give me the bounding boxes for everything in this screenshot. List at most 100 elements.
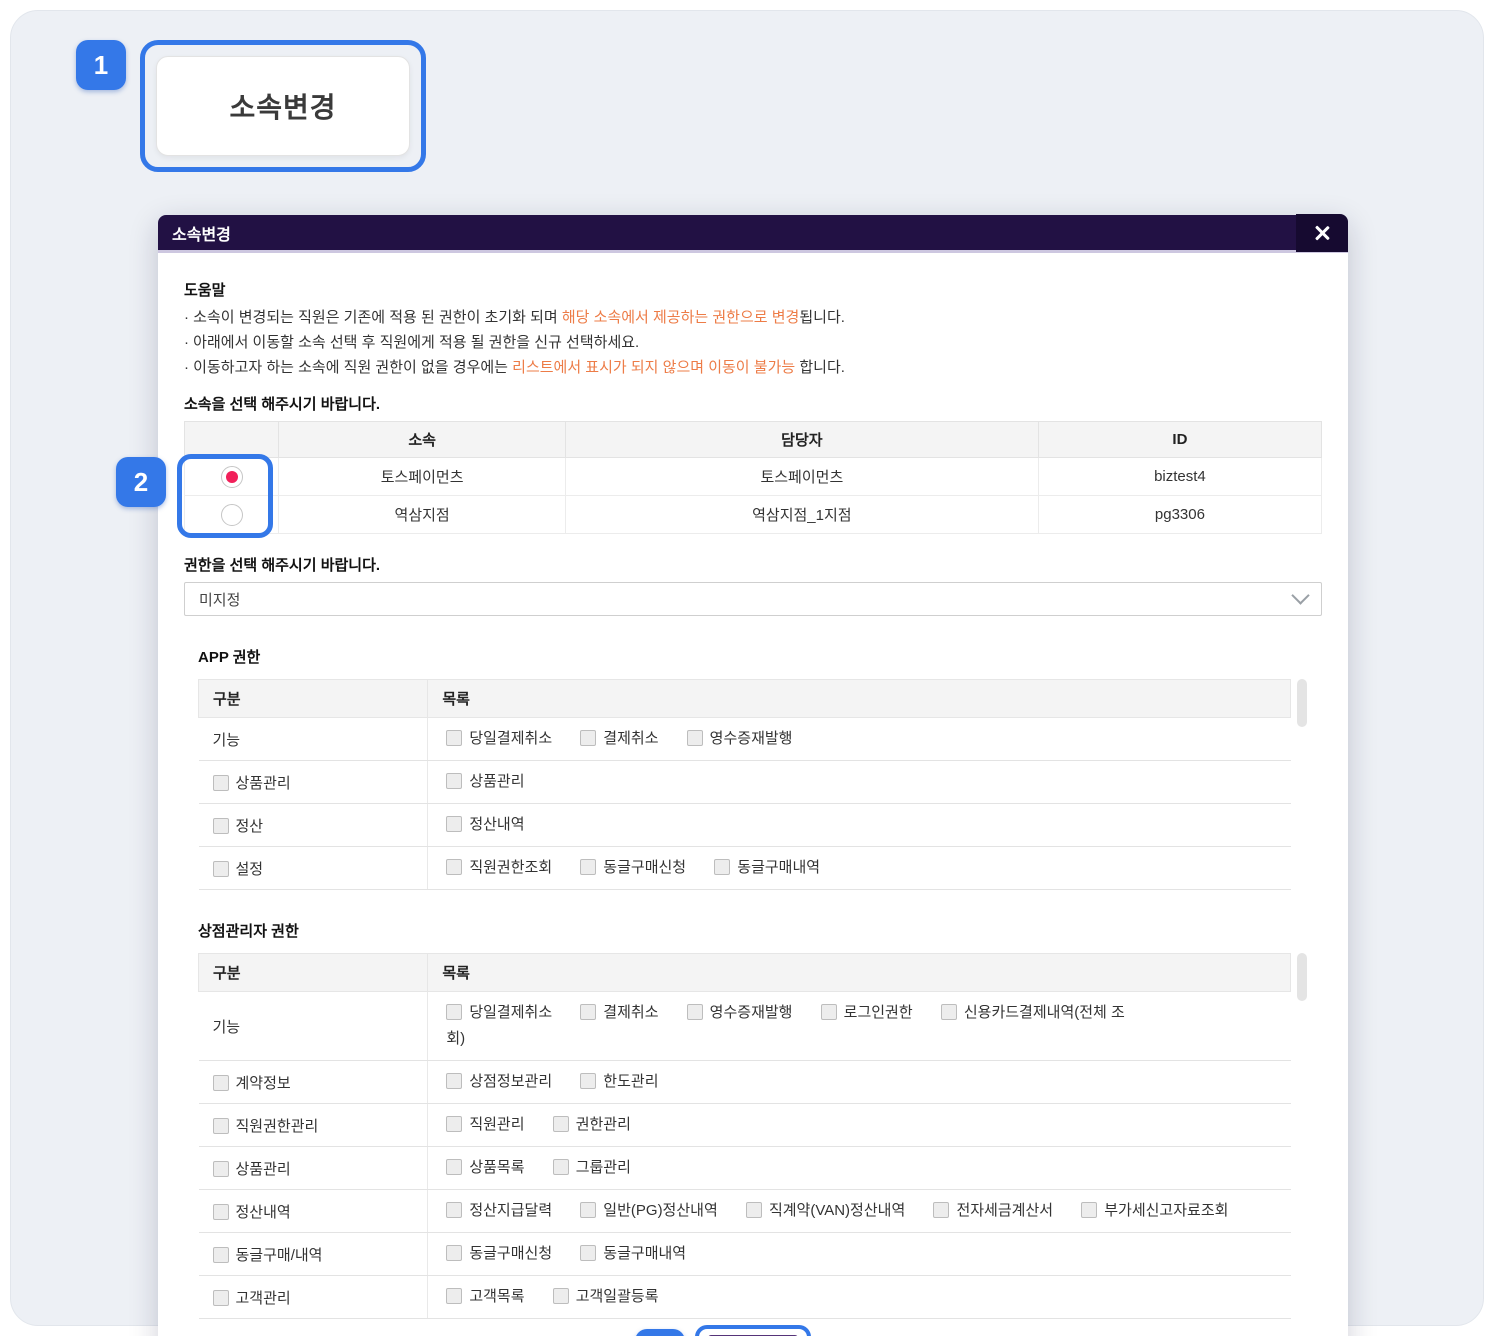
org-row-yeoksam: 역삼지점 역삼지점_1지점 pg3306 — [183, 495, 1323, 534]
org-manager-cell: 역삼지점_1지점 — [564, 495, 1039, 534]
perm-category-cell: 설정 — [198, 846, 429, 890]
perm-category-cell: 기능 — [198, 991, 429, 1061]
radio-selected[interactable] — [220, 465, 243, 488]
checkbox[interactable] — [552, 1116, 569, 1132]
perm-header-list: 목록 — [427, 953, 1291, 992]
checkbox[interactable] — [933, 1202, 950, 1218]
perm-header-list: 목록 — [427, 679, 1291, 718]
checkbox[interactable] — [580, 1202, 597, 1218]
help-text: · 아래에서 이동할 소속 선택 후 직원에게 적용 될 권한을 신규 선택하세… — [184, 334, 640, 351]
permission-item: 상품관리 — [446, 773, 525, 790]
checkbox[interactable] — [552, 1288, 569, 1304]
checkbox[interactable] — [580, 1073, 597, 1089]
checkbox[interactable] — [446, 859, 463, 875]
checkbox-label: 상품관리 — [469, 773, 525, 790]
checkbox[interactable] — [446, 1288, 463, 1304]
permission-item: 로그인권한 — [820, 1004, 913, 1021]
permission-item: 고객목록 — [446, 1288, 525, 1305]
org-row-tosspayments: 토스페이먼츠 토스페이먼츠 biztest4 — [183, 457, 1323, 496]
checkbox[interactable] — [940, 1004, 957, 1020]
checkbox[interactable] — [212, 1203, 229, 1220]
scrollbar-thumb[interactable] — [1297, 953, 1307, 1001]
checkbox-label: 고객목록 — [469, 1288, 525, 1305]
checkbox[interactable] — [580, 1245, 597, 1261]
permission-item: 상품목록 — [446, 1159, 525, 1176]
perm-items-cell: 정산지급달력 일반(PG)정산내역 직계약(VAN)정산내역 전자세금계산서 부… — [427, 1189, 1291, 1233]
checkbox[interactable] — [212, 1074, 229, 1091]
help-text: 합니다. — [795, 359, 845, 376]
permission-item: 결제취소 — [580, 1004, 659, 1021]
org-table: 소속 담당자 ID 토스페이먼츠 토스페이먼츠 biztest4 역삼지점 역삼… — [183, 421, 1323, 534]
scrollbar-thumb[interactable] — [1297, 679, 1307, 727]
perm-category-cell: 동글구매/내역 — [198, 1232, 429, 1276]
chevron-down-icon — [1291, 586, 1310, 605]
checkbox-label: 동글구매내역 — [603, 1245, 687, 1262]
checkbox[interactable] — [446, 730, 463, 746]
permission-item: 정산지급달력 — [446, 1202, 552, 1219]
checkbox[interactable] — [446, 773, 463, 789]
perm-row: 동글구매/내역 동글구매신청 동글구매내역 — [198, 1232, 1291, 1276]
help-text-highlight: 해당 소속에서 제공하는 권한으로 변경 — [561, 309, 800, 326]
checkbox[interactable] — [580, 730, 597, 746]
checkbox[interactable] — [212, 817, 229, 834]
checkbox-label: 직원권한조회 — [469, 859, 553, 876]
perm-category-cell: 고객관리 — [198, 1275, 429, 1319]
checkbox[interactable] — [212, 1117, 229, 1134]
org-id-cell: pg3306 — [1037, 495, 1323, 534]
perm-header-row: 구분 목록 — [197, 679, 1291, 718]
scrollbar-track — [1296, 953, 1308, 1319]
checkbox[interactable] — [686, 1004, 703, 1020]
category-label: 계약정보 — [235, 1074, 291, 1092]
perm-items-cell: 동글구매신청 동글구매내역 — [427, 1232, 1291, 1276]
checkbox[interactable] — [446, 1159, 463, 1175]
permission-dropdown[interactable]: 미지정 — [184, 582, 1322, 616]
perm-items-cell: 당일결제취소 결제취소 영수증재발행 — [427, 717, 1291, 761]
change-affiliation-modal: 소속변경 도움말 · 소속이 변경되는 직원은 기존에 적용 된 권한이 초기화… — [116, 213, 1348, 1336]
checkbox[interactable] — [446, 1073, 463, 1089]
checkbox[interactable] — [446, 1116, 463, 1132]
change-affiliation-button[interactable]: 소속변경 — [156, 56, 410, 156]
checkbox[interactable] — [446, 1004, 463, 1020]
checkbox[interactable] — [580, 1004, 597, 1020]
checkbox-label: 전자세금계산서 — [956, 1202, 1054, 1219]
checkbox[interactable] — [212, 1289, 229, 1306]
annotation-outline-1: 소속변경 — [140, 40, 426, 172]
checkbox-label: 권한관리 — [575, 1116, 631, 1133]
checkbox[interactable] — [212, 1160, 229, 1177]
permission-item: 동글구매신청 — [580, 859, 686, 876]
org-table-wrap: 2 소속 담당자 ID 토스페이먼츠 토스페이먼츠 biztest4 역삼지점 … — [116, 421, 1323, 538]
checkbox[interactable] — [212, 774, 229, 791]
checkbox[interactable] — [714, 859, 731, 875]
checkbox-label: 결제취소 — [603, 730, 659, 747]
checkbox[interactable] — [686, 730, 703, 746]
checkbox[interactable] — [552, 1159, 569, 1175]
checkbox-label: 정산지급달력 — [469, 1202, 553, 1219]
org-header-radio — [183, 421, 280, 458]
org-name-cell: 토스페이먼츠 — [278, 457, 566, 496]
checkbox[interactable] — [446, 1202, 463, 1218]
checkbox[interactable] — [212, 860, 229, 877]
help-text-highlight: 리스트에서 표시가 되지 않으며 이동이 불가능 — [512, 359, 796, 376]
org-header-manager: 담당자 — [564, 421, 1039, 458]
checkbox[interactable] — [1081, 1202, 1098, 1218]
close-icon — [1313, 224, 1331, 242]
perm-row: 고객관리 고객목록 고객일괄등록 — [198, 1275, 1291, 1319]
checkbox-label: 동글구매신청 — [469, 1245, 553, 1262]
perm-row: 상품관리 상품관리 — [198, 760, 1291, 804]
checkbox[interactable] — [212, 1246, 229, 1263]
close-button[interactable] — [1296, 213, 1348, 252]
checkbox-label: 직계약(VAN)정산내역 — [768, 1202, 906, 1219]
permission-item: 권한관리 — [552, 1116, 631, 1133]
checkbox-label: 일반(PG)정산내역 — [603, 1202, 718, 1219]
checkbox[interactable] — [745, 1202, 762, 1218]
checkbox[interactable] — [446, 1245, 463, 1261]
perm-row: 기능 당일결제취소 결제취소 영수증재발행 — [198, 717, 1291, 761]
checkbox[interactable] — [446, 816, 463, 832]
checkbox[interactable] — [820, 1004, 837, 1020]
help-line-1: · 소속이 변경되는 직원은 기존에 적용 된 권한이 초기화 되며 해당 소속… — [184, 305, 1322, 330]
radio-unselected[interactable] — [220, 503, 243, 526]
org-id-cell: biztest4 — [1037, 457, 1323, 496]
checkbox-label: 동글구매신청 — [603, 859, 687, 876]
help-text: · 이동하고자 하는 소속에 직원 권한이 없을 경우에는 — [184, 359, 513, 376]
checkbox[interactable] — [580, 859, 597, 875]
